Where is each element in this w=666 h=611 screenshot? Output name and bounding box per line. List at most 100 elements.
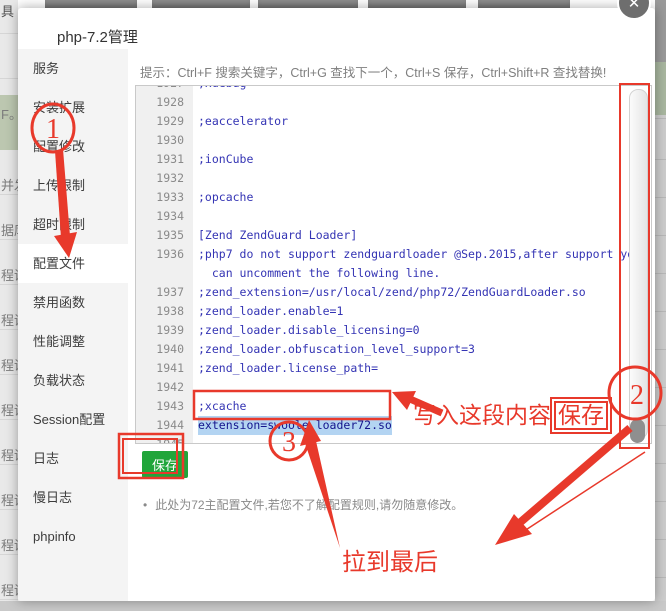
line-number: 1935 <box>136 226 184 245</box>
code-line: 1930 <box>136 131 651 150</box>
line-number: 1945 <box>136 435 184 444</box>
code-text[interactable]: ;ionCube <box>198 150 253 169</box>
sidebar-item-phpinfo[interactable]: phpinfo <box>18 517 128 556</box>
note-text: 此处为72主配置文件,若您不了解配置规则,请勿随意修改。 <box>155 498 463 512</box>
code-line: 1940 ;zend_loader.obfuscation_level_suppo… <box>136 340 651 359</box>
dialog-sidebar: 服务安装扩展配置修改上传限制超时限制配置文件禁用函数性能调整负载状态Sessio… <box>18 49 128 601</box>
code-line: 1928 <box>136 93 651 112</box>
dialog-title: php-7.2管理 <box>57 26 138 47</box>
code-line: 1941 ;zend_loader.license_path= <box>136 359 651 378</box>
code-line: 1938 ;zend_loader.enable=1 <box>136 302 651 321</box>
background-page-bottom <box>0 601 666 611</box>
code-text[interactable]: ;zend_loader.license_path= <box>198 359 378 378</box>
background-text-fragment: 程调 <box>1 355 18 374</box>
code-line: 1945 <box>136 435 651 444</box>
line-number: 1933 <box>136 188 184 207</box>
background-tab <box>152 0 250 8</box>
line-number: 1940 <box>136 340 184 359</box>
line-number: 1939 <box>136 321 184 340</box>
code-line: 1932 <box>136 169 651 188</box>
code-lines: 1927 ;xdebug 19281929 ;eaccelerator 19301931… <box>136 85 651 444</box>
line-number: 1934 <box>136 207 184 226</box>
line-number: 1932 <box>136 169 184 188</box>
sidebar-item-Session配置[interactable]: Session配置 <box>18 400 128 439</box>
background-text-fragment: 据库 <box>1 220 18 239</box>
bullet-dot: • <box>143 498 147 512</box>
background-text-fragment: F。 <box>1 104 18 123</box>
background-text-fragment: 具 <box>1 1 14 20</box>
code-text[interactable]: [Zend ZendGuard Loader] <box>198 226 357 245</box>
code-text[interactable]: ;zend_loader.disable_licensing=0 <box>198 321 420 340</box>
background-text-fragment: 程调 <box>1 580 18 599</box>
code-text[interactable]: ;opcache <box>198 188 253 207</box>
line-number: 1929 <box>136 112 184 131</box>
code-text[interactable]: ;zend_loader.obfuscation_level_support=3 <box>198 340 475 359</box>
php-manage-dialog: php-7.2管理 服务安装扩展配置修改上传限制超时限制配置文件禁用函数性能调整… <box>18 8 655 601</box>
line-number: 1931 <box>136 150 184 169</box>
background-green-row <box>655 62 666 115</box>
sidebar-item-负载状态[interactable]: 负载状态 <box>18 361 128 400</box>
background-page-left: 具F。并发据库程调程调程调程调程调程调程调程调 <box>0 0 18 611</box>
background-text-fragment: 程调 <box>1 400 18 419</box>
sidebar-item-配置修改[interactable]: 配置修改 <box>18 127 128 166</box>
line-number: 1942 <box>136 378 184 397</box>
background-text-fragment: 程调 <box>1 265 18 284</box>
sidebar-item-性能调整[interactable]: 性能调整 <box>18 322 128 361</box>
line-number: 1927 <box>136 85 184 93</box>
code-line: 1931 ;ionCube <box>136 150 651 169</box>
code-text[interactable]: can uncomment the following line. <box>198 264 440 283</box>
background-text-fragment: 程调 <box>1 310 18 329</box>
line-number: 1930 <box>136 131 184 150</box>
editor-scrollbar-track[interactable] <box>629 89 648 439</box>
code-text[interactable]: ;zend_extension=/usr/local/zend/php72/Ze… <box>198 283 586 302</box>
code-line: 1943 ;xcache <box>136 397 651 416</box>
line-number: 1936 <box>136 245 184 264</box>
editor-hint-text: 提示：Ctrl+F 搜索关键字，Ctrl+G 查找下一个，Ctrl+S 保存，C… <box>140 62 606 81</box>
line-number: 1941 <box>136 359 184 378</box>
background-tab <box>368 0 466 8</box>
code-line: 1933 ;opcache <box>136 188 651 207</box>
line-number: 1937 <box>136 283 184 302</box>
code-line: 1944 extension=swoole_loader72.so <box>136 416 651 435</box>
code-text[interactable]: ;xdebug <box>198 85 246 93</box>
selected-code-text[interactable]: extension=swoole_loader72.so <box>198 416 392 435</box>
code-text[interactable]: ;php7 do not support zendguardloader @Se… <box>198 245 641 264</box>
sidebar-item-慢日志[interactable]: 慢日志 <box>18 478 128 517</box>
sidebar-item-日志[interactable]: 日志 <box>18 439 128 478</box>
background-text-fragment: 程调 <box>1 445 18 464</box>
background-tab <box>478 0 570 8</box>
code-line: can uncomment the following line. <box>136 264 651 283</box>
config-file-editor[interactable]: 1927 ;xdebug 19281929 ;eaccelerator 19301931… <box>135 85 652 444</box>
code-line: 1936 ;php7 do not support zendguardloader… <box>136 245 651 264</box>
code-line: 1939 ;zend_loader.disable_licensing=0 <box>136 321 651 340</box>
sidebar-item-配置文件[interactable]: 配置文件 <box>18 244 128 283</box>
code-line: 1935 [Zend ZendGuard Loader] <box>136 226 651 245</box>
background-tab <box>258 0 358 8</box>
line-number: 1928 <box>136 93 184 112</box>
line-number: 1938 <box>136 302 184 321</box>
sidebar-item-安装扩展[interactable]: 安装扩展 <box>18 88 128 127</box>
sidebar-item-禁用函数[interactable]: 禁用函数 <box>18 283 128 322</box>
line-number: 1943 <box>136 397 184 416</box>
background-tab <box>45 0 137 8</box>
code-line: 1937 ;zend_extension=/usr/local/zend/php7… <box>136 283 651 302</box>
code-line: 1927 ;xdebug <box>136 85 651 93</box>
line-number: 1944 <box>136 416 184 435</box>
sidebar-item-上传限制[interactable]: 上传限制 <box>18 166 128 205</box>
sidebar-item-超时限制[interactable]: 超时限制 <box>18 205 128 244</box>
editor-scrollbar-thumb[interactable] <box>630 419 645 443</box>
save-button[interactable]: 保存 <box>142 451 188 478</box>
background-text-fragment: 程调 <box>1 490 18 509</box>
background-text-fragment: 程调 <box>1 535 18 554</box>
config-warning-note: • 此处为72主配置文件,若您不了解配置规则,请勿随意修改。 <box>143 496 653 513</box>
background-page-right <box>655 0 666 611</box>
background-header-strip <box>655 0 666 62</box>
code-line: 1942 <box>136 378 651 397</box>
code-line: 1929 ;eaccelerator <box>136 112 651 131</box>
sidebar-item-服务[interactable]: 服务 <box>18 49 128 88</box>
code-text[interactable]: ;eaccelerator <box>198 112 288 131</box>
code-text[interactable]: ;zend_loader.enable=1 <box>198 302 343 321</box>
code-line: 1934 <box>136 207 651 226</box>
background-text-fragment: 并发 <box>1 175 18 194</box>
code-text[interactable]: ;xcache <box>198 397 246 416</box>
